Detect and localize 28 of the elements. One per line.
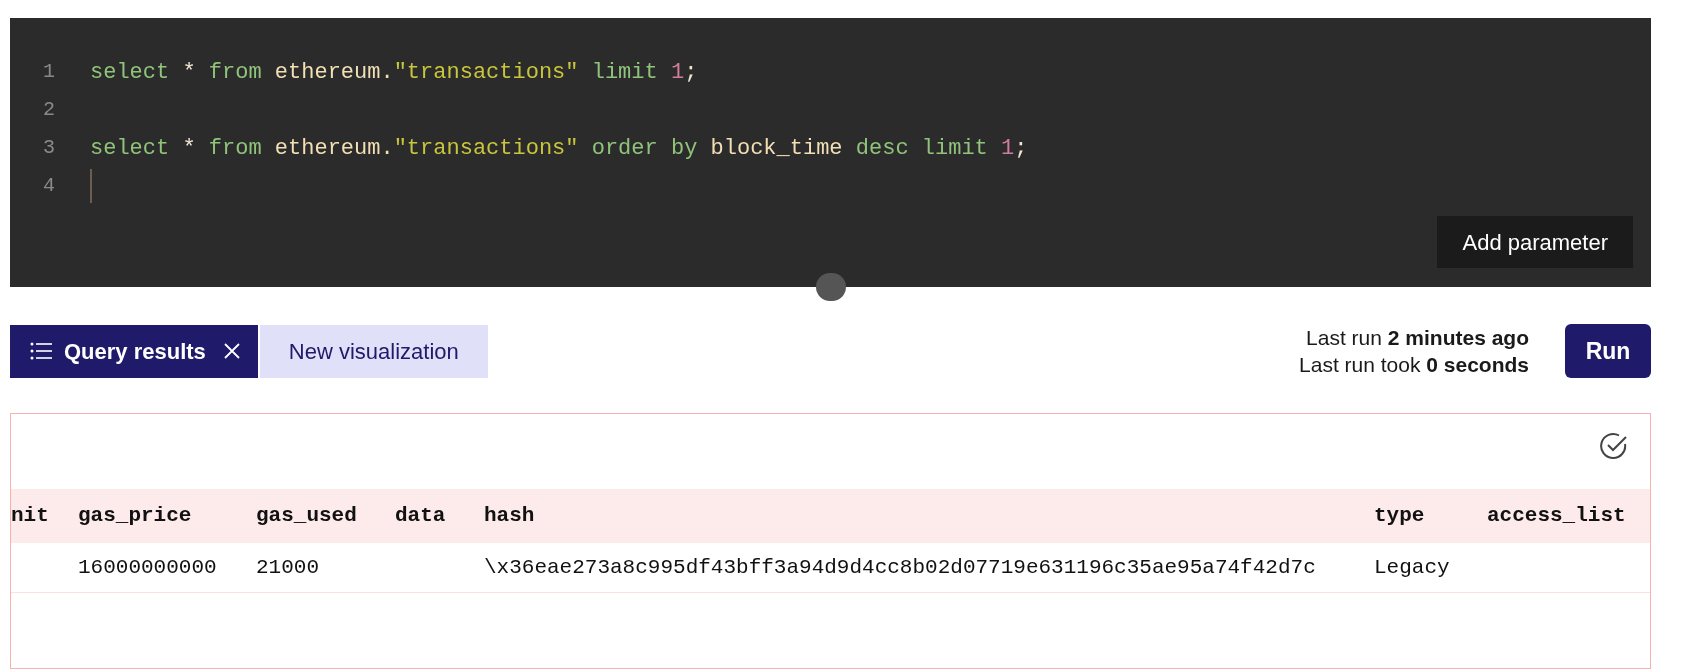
column-header[interactable]: type: [1374, 500, 1487, 532]
table-cell-text: \x36eae273a8c995df43bff3a94d9d4cc8b02d07719e631196c35ae95a74f42d7c: [484, 554, 1317, 581]
tab[interactable]: New visualization: [259, 324, 488, 378]
column-header[interactable]: gas_used: [256, 500, 395, 532]
code-editor[interactable]: 1 select * from ethereum."transactions" limit 1; 2 3 select * from ethereum."transactions" order by block_time desc limit 1; 4 Add parameter: [10, 18, 1651, 287]
line-number: 3: [42, 135, 56, 161]
run-button[interactable]: Run: [1565, 324, 1651, 378]
column-header[interactable]: hash: [484, 500, 1374, 532]
table-cell-text: 21000: [256, 554, 320, 581]
check-circle-icon[interactable]: [1599, 431, 1629, 461]
column-header[interactable]: gas_price: [78, 500, 256, 532]
column-header[interactable]: nit: [11, 500, 78, 532]
run-info-text: Last run 2 minutes ago: [1306, 325, 1529, 351]
line-number: 2: [42, 97, 56, 123]
line-number: 4: [42, 173, 56, 199]
column-header[interactable]: data: [395, 500, 484, 532]
code-line: select * from ethereum."transactions" limit 1;: [90, 58, 698, 87]
code-line: select * from ethereum."transactions" order by block_time desc limit 1;: [90, 134, 1028, 163]
table-cell-text: Legacy: [1374, 554, 1451, 581]
tab[interactable]: Query results: [10, 324, 258, 378]
run-info-text: Last run took 0 seconds: [1299, 352, 1529, 378]
column-header[interactable]: access_list: [1487, 500, 1637, 532]
add-parameter-button[interactable]: Add parameter: [1437, 216, 1633, 268]
close-icon[interactable]: [223, 343, 240, 359]
table-cell-text: 16000000000: [78, 554, 218, 581]
resize-handle[interactable]: [816, 273, 846, 301]
line-number: 1: [42, 59, 56, 85]
list-icon: [30, 342, 52, 360]
